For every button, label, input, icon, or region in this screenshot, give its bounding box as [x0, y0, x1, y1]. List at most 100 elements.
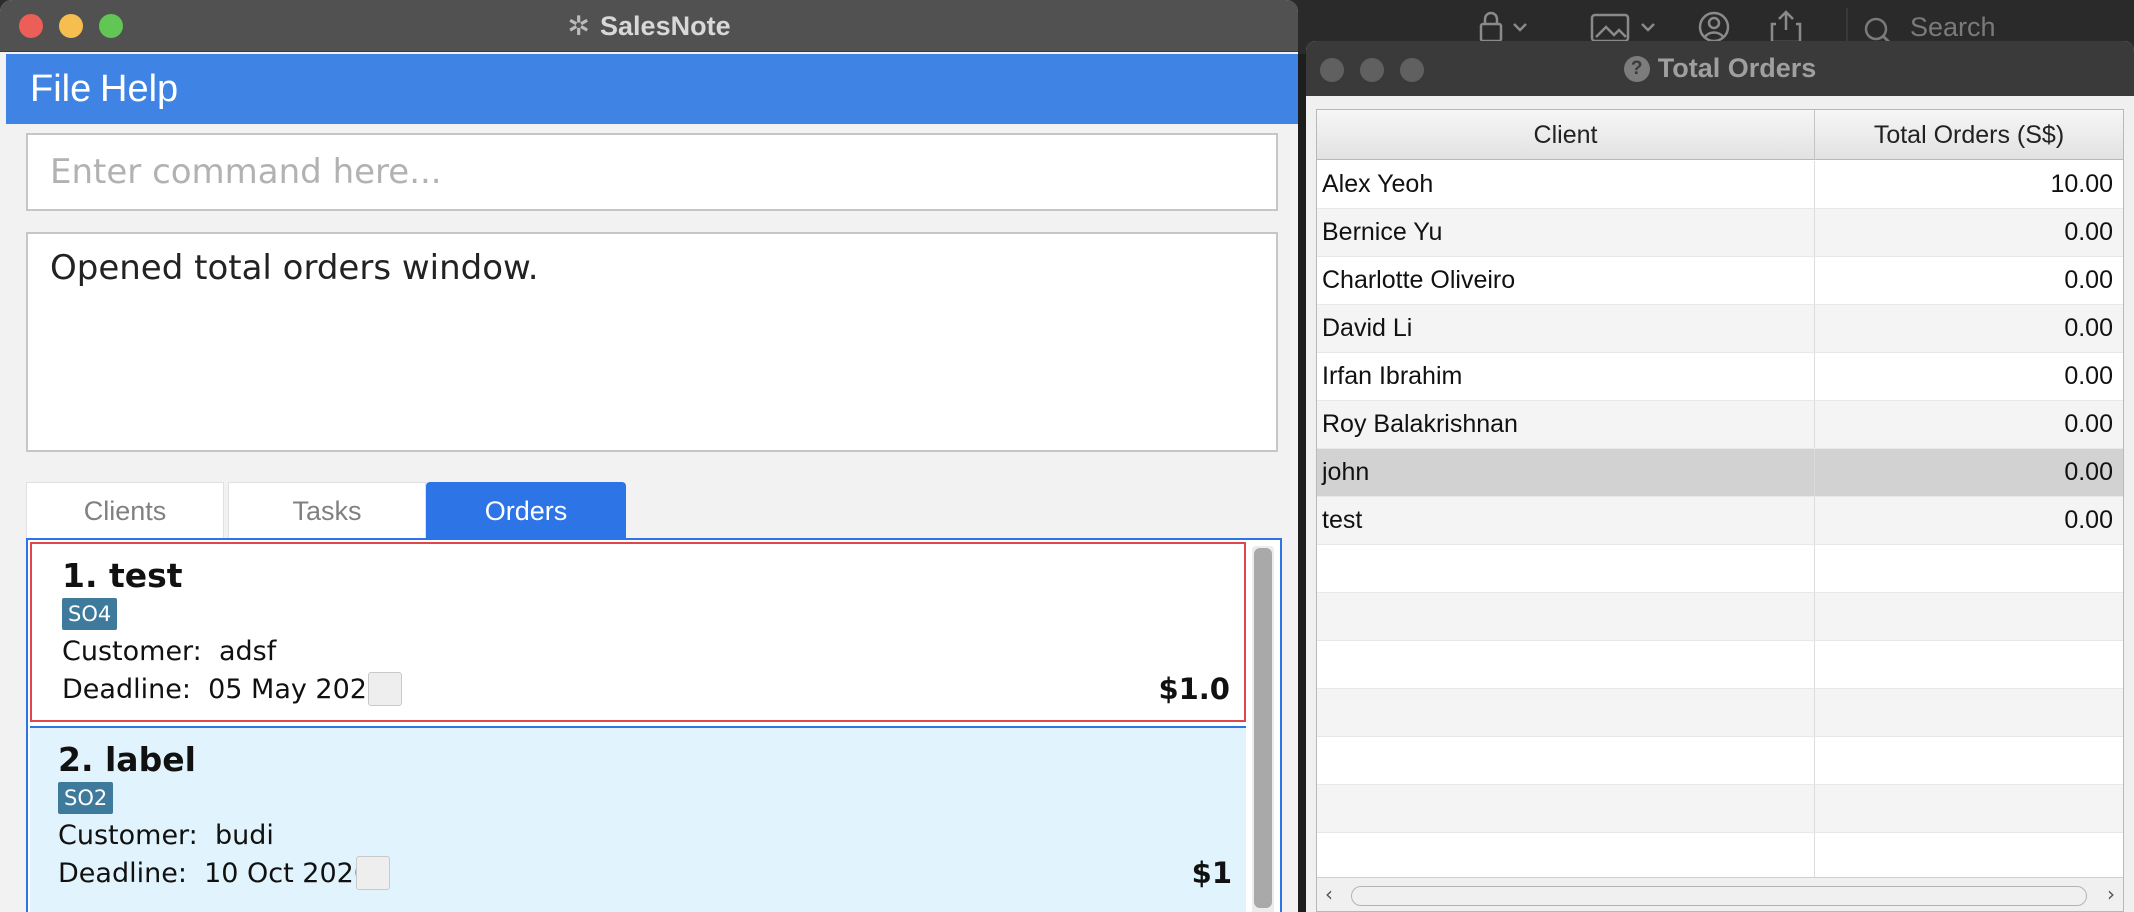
order-name: 2. label [58, 740, 196, 779]
total-cell: 0.00 [2064, 314, 2113, 342]
deadline-value: 10 Oct 2020 [204, 858, 372, 889]
menu-help[interactable]: Help [100, 66, 178, 112]
client-cell [1317, 545, 1815, 592]
client-cell: Roy Balakrishnan [1317, 401, 1815, 448]
orders-window-title: ? Total Orders [1306, 41, 2134, 96]
client-cell: Irfan Ibrahim [1317, 353, 1815, 400]
photo-icon[interactable] [1590, 10, 1660, 44]
client-cell [1317, 737, 1815, 784]
table-row[interactable]: Alex Yeoh 10.00 [1317, 161, 2123, 209]
table-row[interactable]: john 0.00 [1317, 449, 2123, 497]
client-cell [1317, 593, 1815, 640]
order-tag: SO2 [58, 782, 114, 814]
share-icon[interactable] [1768, 10, 1804, 44]
total-cell: 0.00 [2064, 410, 2113, 438]
table-row[interactable] [1317, 689, 2123, 737]
table-row[interactable]: Charlotte Oliveiro 0.00 [1317, 257, 2123, 305]
order-tag: SO4 [62, 598, 118, 630]
window-title-text: SalesNote [600, 11, 731, 41]
deadline-value: 05 May 2020 [208, 674, 385, 705]
deadline-label: Deadline: [62, 674, 191, 705]
window-title: ✲ SalesNote [0, 0, 1298, 52]
order-price: $1.0 [1158, 672, 1230, 706]
total-cell [1815, 785, 2123, 832]
done-checkbox[interactable] [368, 672, 402, 706]
tab-orders[interactable]: Orders [426, 482, 626, 538]
orders-title-bar: ? Total Orders [1306, 41, 2134, 96]
table-row[interactable] [1317, 593, 2123, 641]
title-bar: ✲ SalesNote [0, 0, 1298, 52]
table-row[interactable]: David Li 0.00 [1317, 305, 2123, 353]
menu-file[interactable]: File [30, 66, 91, 112]
table-row[interactable] [1317, 833, 2123, 881]
total-cell: 0.00 [2064, 266, 2113, 294]
total-cell: 0.00 [2064, 362, 2113, 390]
table-row[interactable]: Bernice Yu 0.00 [1317, 209, 2123, 257]
order-card[interactable]: 1. test SO4 Customer: adsf Deadline: 05 … [30, 542, 1246, 722]
client-cell [1317, 641, 1815, 688]
order-customer: Customer: adsf [62, 636, 276, 667]
table-row[interactable]: Roy Balakrishnan 0.00 [1317, 401, 2123, 449]
orders-table: Client Total Orders (S$) Alex Yeoh 10.00 B… [1316, 109, 2124, 912]
total-cell [1815, 689, 2123, 736]
customer-label: Customer: [58, 820, 198, 851]
lock-icon[interactable] [1478, 10, 1532, 44]
order-list: 1. test SO4 Customer: adsf Deadline: 05 … [26, 538, 1282, 912]
horizontal-scrollbar[interactable]: ‹ › [1317, 877, 2123, 911]
list-scrollbar[interactable] [1252, 546, 1274, 912]
total-cell [1815, 593, 2123, 640]
scrollbar-thumb[interactable] [1254, 548, 1272, 908]
orders-window-title-text: Total Orders [1657, 53, 1817, 83]
total-cell: 10.00 [2050, 170, 2113, 198]
scrollbar-track[interactable] [1351, 886, 2087, 906]
client-cell: john [1317, 449, 1815, 496]
customer-value: budi [214, 820, 274, 851]
total-cell [1815, 641, 2123, 688]
total-orders-window: ? Total Orders Client Total Orders (S$) A… [1306, 41, 2134, 912]
main-panel: Opened total orders window. Clients Task… [6, 124, 1298, 912]
help-icon: ? [1623, 56, 1650, 82]
client-cell [1317, 833, 1815, 880]
table-row[interactable] [1317, 737, 2123, 785]
total-cell [1815, 737, 2123, 784]
account-icon[interactable] [1696, 10, 1736, 44]
done-checkbox[interactable] [356, 856, 390, 890]
order-price: $1 [1191, 856, 1232, 890]
table-row[interactable] [1317, 545, 2123, 593]
total-cell: 0.00 [2064, 218, 2113, 246]
table-row[interactable]: Irfan Ibrahim 0.00 [1317, 353, 2123, 401]
order-card[interactable]: 2. label SO2 Customer: budi Deadline: 10… [30, 726, 1246, 912]
table-row[interactable]: test 0.00 [1317, 497, 2123, 545]
customer-value: adsf [218, 636, 277, 667]
client-cell [1317, 689, 1815, 736]
menu-bar: File Help [6, 54, 1298, 124]
column-header-client[interactable]: Client [1317, 110, 1815, 160]
client-cell: David Li [1317, 305, 1815, 352]
order-deadline: Deadline: 05 May 2020 [62, 674, 384, 705]
tab-tasks[interactable]: Tasks [228, 482, 426, 538]
order-customer: Customer: budi [58, 820, 274, 851]
client-cell: test [1317, 497, 1815, 544]
command-input[interactable] [28, 135, 1276, 209]
scroll-right-icon[interactable]: › [2107, 882, 2115, 906]
table-header: Client Total Orders (S$) [1317, 110, 2123, 160]
scroll-left-icon[interactable]: ‹ [1325, 882, 1333, 906]
customer-label: Customer: [62, 636, 202, 667]
client-cell [1317, 785, 1815, 832]
total-cell: 0.00 [2064, 506, 2113, 534]
table-row[interactable] [1317, 785, 2123, 833]
tab-clients[interactable]: Clients [26, 482, 224, 538]
client-cell: Alex Yeoh [1317, 161, 1815, 208]
client-cell: Charlotte Oliveiro [1317, 257, 1815, 304]
result-display: Opened total orders window. [26, 232, 1278, 452]
table-row[interactable] [1317, 641, 2123, 689]
command-box [26, 133, 1278, 211]
salesnote-window: ✲ SalesNote File Help Opened total orders… [0, 0, 1298, 912]
order-deadline: Deadline: 10 Oct 2020 [58, 858, 371, 889]
total-cell [1815, 545, 2123, 592]
deadline-label: Deadline: [58, 858, 187, 889]
search-placeholder: Search [1910, 12, 1996, 42]
total-cell: 0.00 [2064, 458, 2113, 486]
column-header-total[interactable]: Total Orders (S$) [1815, 110, 2123, 160]
total-cell [1815, 833, 2123, 880]
